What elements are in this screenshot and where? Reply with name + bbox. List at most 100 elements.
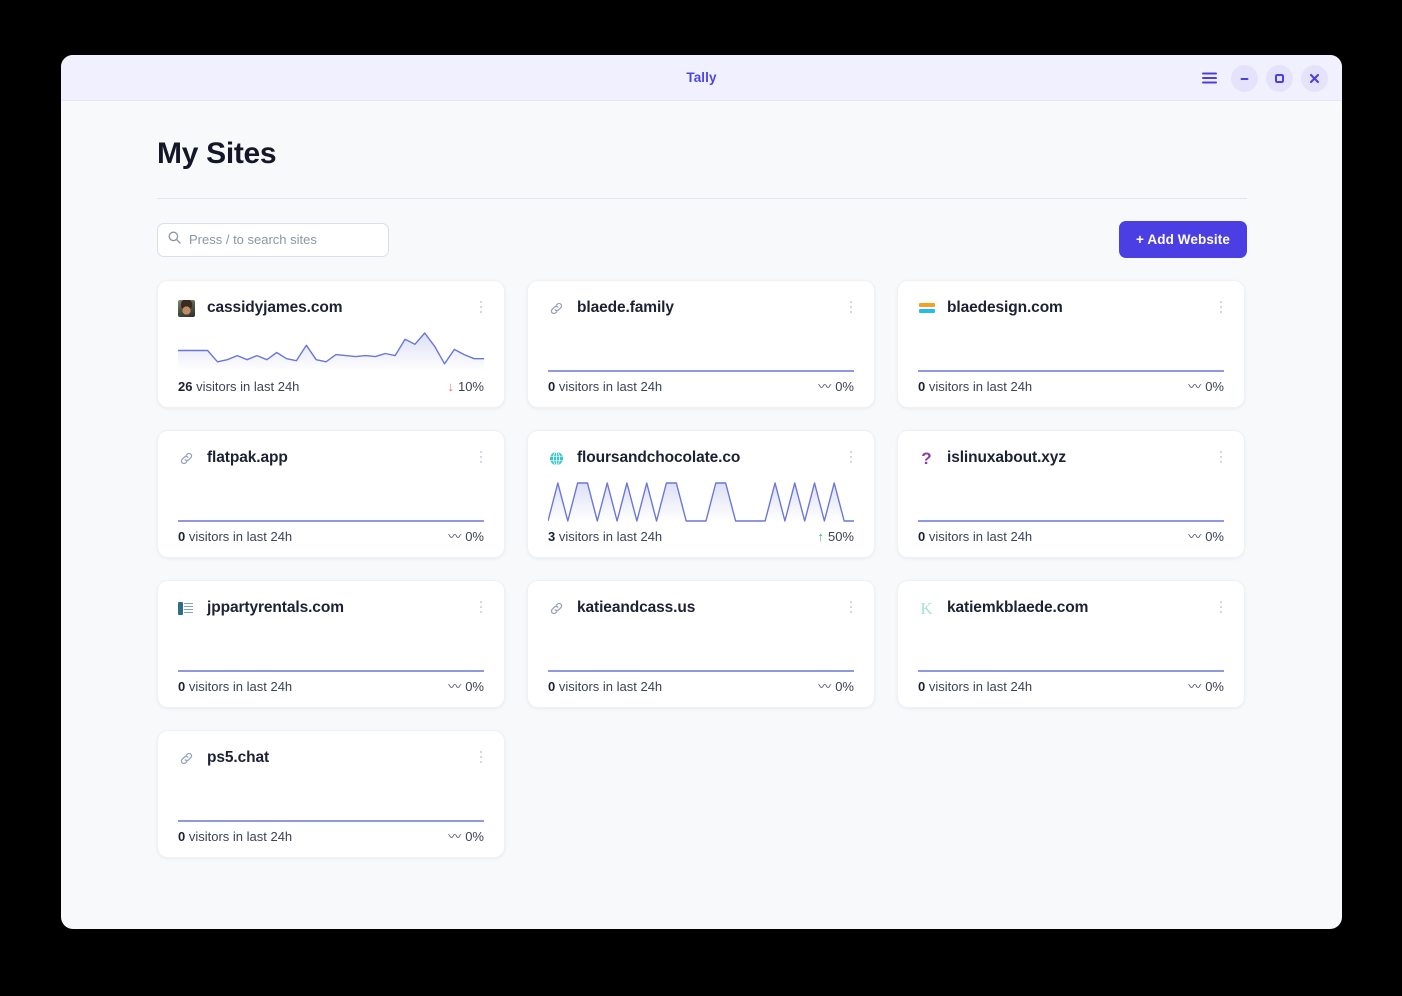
- sparkline-chart: [548, 477, 854, 523]
- visitors-label: visitors in last 24h: [185, 679, 293, 694]
- site-card[interactable]: Kkatiemkblaede.com 0 visitors in last 24h…: [897, 580, 1245, 708]
- site-domain: floursandchocolate.co: [577, 449, 741, 466]
- trend-flat-icon: 〰: [818, 679, 832, 694]
- trend-indicator: 〰 0%: [448, 529, 484, 544]
- trend-indicator: ↓ 10%: [447, 379, 484, 394]
- letter-k-favicon: K: [920, 599, 933, 617]
- globe-icon: [549, 451, 564, 466]
- site-domain: katieandcass.us: [577, 599, 696, 616]
- sparkline-chart: [918, 477, 1224, 523]
- kebab-menu-icon[interactable]: [844, 447, 858, 467]
- trend-flat-icon: 〰: [818, 379, 832, 394]
- visitors-label: visitors in last 24h: [555, 529, 663, 544]
- search-icon: [168, 231, 181, 249]
- kebab-menu-icon[interactable]: [844, 597, 858, 617]
- kebab-menu-icon[interactable]: [474, 747, 488, 767]
- site-domain: ps5.chat: [207, 749, 270, 766]
- site-domain: flatpak.app: [207, 449, 288, 466]
- card-footer: 0 visitors in last 24h 〰 0%: [918, 679, 1224, 694]
- kebab-menu-icon[interactable]: [1214, 597, 1228, 617]
- visitors-count: 0 visitors in last 24h: [918, 529, 1032, 544]
- visitors-label: visitors in last 24h: [925, 379, 1033, 394]
- link-icon: [549, 601, 564, 616]
- sparkline-chart: [178, 627, 484, 673]
- card-header: blaedesign.com: [918, 299, 1224, 317]
- trend-down-icon: ↓: [447, 379, 454, 394]
- card-footer: 0 visitors in last 24h 〰 0%: [548, 379, 854, 394]
- search-input[interactable]: [189, 232, 378, 247]
- site-favicon: [918, 300, 935, 317]
- sparkline-chart: [918, 627, 1224, 673]
- trend-flat-icon: 〰: [1188, 679, 1202, 694]
- card-footer: 0 visitors in last 24h 〰 0%: [178, 529, 484, 544]
- trend-value: 50%: [827, 529, 854, 544]
- visitors-count: 0 visitors in last 24h: [178, 529, 292, 544]
- site-domain: blaede.family: [577, 299, 674, 316]
- kebab-menu-icon[interactable]: [1214, 297, 1228, 317]
- site-domain: islinuxabout.xyz: [947, 449, 1066, 466]
- header-divider: [157, 198, 1247, 199]
- card-header: floursandchocolate.co: [548, 449, 854, 467]
- site-card[interactable]: ? islinuxabout.xyz 0 visitors in last 24h 〰…: [897, 430, 1245, 558]
- trend-indicator: 〰 0%: [1188, 529, 1224, 544]
- site-domain: blaedesign.com: [947, 299, 1063, 316]
- trend-value: 0%: [465, 529, 484, 544]
- card-footer: 26 visitors in last 24h ↓ 10%: [178, 379, 484, 394]
- visitors-count: 0 visitors in last 24h: [548, 379, 662, 394]
- visitors-count: 3 visitors in last 24h: [548, 529, 662, 544]
- site-card[interactable]: katieandcass.us 0 visitors in last 24h 〰 0%: [527, 580, 875, 708]
- close-icon[interactable]: [1301, 64, 1328, 92]
- card-footer: 0 visitors in last 24h 〰 0%: [178, 679, 484, 694]
- site-card[interactable]: floursandchocolate.co 3 visitors in last …: [527, 430, 875, 558]
- trend-value: 10%: [457, 379, 484, 394]
- site-domain: jppartyrentals.com: [207, 599, 344, 616]
- site-card[interactable]: ps5.chat 0 visitors in last 24h 〰 0%: [157, 730, 505, 858]
- site-card[interactable]: cassidyjames.com 26 visitors in last 24h ↓…: [157, 280, 505, 408]
- visitors-label: visitors in last 24h: [192, 379, 300, 394]
- site-favicon: [548, 600, 565, 617]
- search-box[interactable]: [157, 222, 389, 257]
- trend-value: 0%: [465, 829, 484, 844]
- trend-value: 0%: [1205, 379, 1224, 394]
- site-favicon: ?: [918, 450, 935, 467]
- visitors-label: visitors in last 24h: [555, 379, 663, 394]
- page-content: My Sites + Add Website cassidyjames.com 2…: [61, 101, 1342, 858]
- sparkline-chart: [918, 327, 1224, 373]
- trend-indicator: 〰 0%: [818, 679, 854, 694]
- kebab-menu-icon[interactable]: [474, 447, 488, 467]
- card-footer: 0 visitors in last 24h 〰 0%: [548, 679, 854, 694]
- site-favicon: [178, 600, 195, 617]
- photo-favicon: [178, 299, 195, 317]
- link-icon: [179, 451, 194, 466]
- site-card[interactable]: blaedesign.com 0 visitors in last 24h 〰 0%: [897, 280, 1245, 408]
- hamburger-menu-icon[interactable]: [1196, 65, 1223, 92]
- trend-indicator: 〰 0%: [1188, 379, 1224, 394]
- site-card[interactable]: jppartyrentals.com 0 visitors in last 24h…: [157, 580, 505, 708]
- trend-flat-icon: 〰: [448, 829, 462, 844]
- kebab-menu-icon[interactable]: [474, 297, 488, 317]
- site-favicon: [548, 300, 565, 317]
- trend-flat-icon: 〰: [1188, 379, 1202, 394]
- kebab-menu-icon[interactable]: [844, 297, 858, 317]
- visitors-label: visitors in last 24h: [925, 679, 1033, 694]
- add-website-button[interactable]: + Add Website: [1119, 221, 1247, 258]
- card-header: jppartyrentals.com: [178, 599, 484, 617]
- visitors-count: 0 visitors in last 24h: [918, 679, 1032, 694]
- kebab-menu-icon[interactable]: [474, 597, 488, 617]
- visitors-label: visitors in last 24h: [185, 529, 293, 544]
- maximize-icon[interactable]: [1266, 64, 1293, 92]
- page-title: My Sites: [157, 137, 277, 170]
- site-card[interactable]: flatpak.app 0 visitors in last 24h 〰 0%: [157, 430, 505, 558]
- site-favicon: [178, 750, 195, 767]
- link-icon: [549, 301, 564, 316]
- kebab-menu-icon[interactable]: [1214, 447, 1228, 467]
- site-card[interactable]: blaede.family 0 visitors in last 24h 〰 0%: [527, 280, 875, 408]
- card-footer: 0 visitors in last 24h 〰 0%: [178, 829, 484, 844]
- card-footer: 0 visitors in last 24h 〰 0%: [918, 529, 1224, 544]
- sparkline-chart: [178, 777, 484, 823]
- minimize-icon[interactable]: [1231, 64, 1258, 92]
- trend-indicator: 〰 0%: [818, 379, 854, 394]
- trend-indicator: 〰 0%: [1188, 679, 1224, 694]
- trend-indicator: ↑ 50%: [817, 529, 854, 544]
- trend-flat-icon: 〰: [448, 679, 462, 694]
